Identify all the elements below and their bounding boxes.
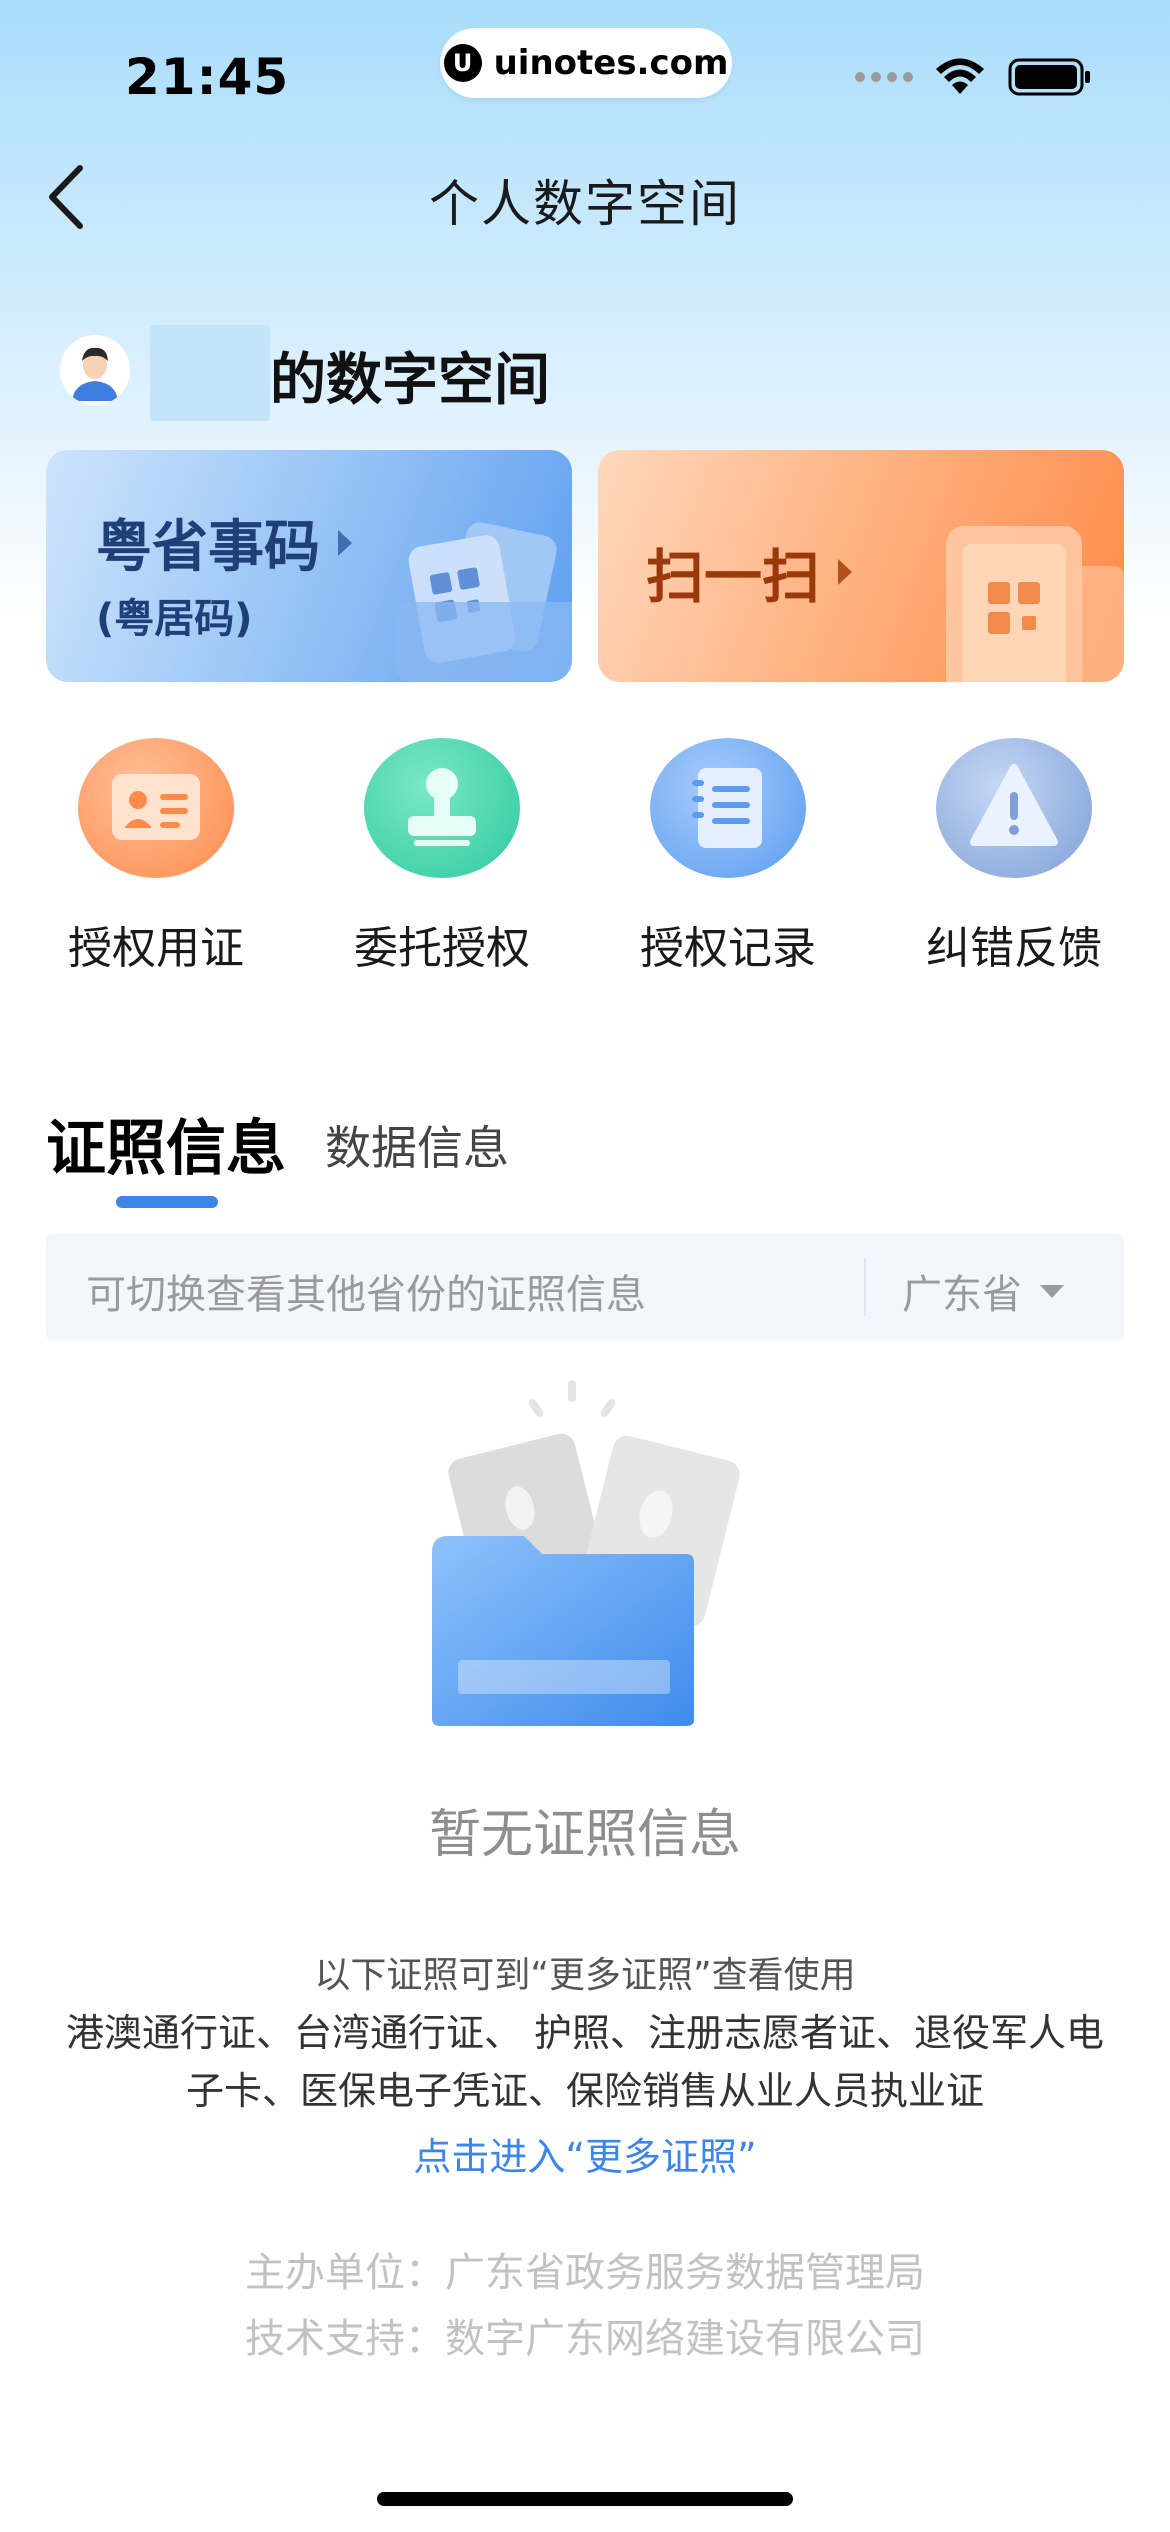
url-text: uinotes.com [493, 43, 729, 83]
action-authorize-use[interactable]: 授权用证 [46, 738, 266, 976]
card-scan-title: 扫一扫 [646, 543, 821, 611]
wifi-icon [936, 58, 984, 94]
action-error-feedback[interactable]: 纠错反馈 [904, 738, 1124, 976]
notebook-icon [650, 738, 806, 878]
action-label: 纠错反馈 [926, 923, 1102, 974]
wallet-qr-icon [396, 522, 572, 682]
tab-data-info[interactable]: 数据信息 [325, 1112, 509, 1178]
page-title: 个人数字空间 [429, 175, 741, 233]
tab-indicator [116, 1196, 218, 1208]
phone-scan-icon [946, 526, 1124, 682]
space-title: 的数字空间 [270, 348, 550, 413]
licenses-list-line: 港澳通行证、台湾通行证、 护照、注册志愿者证、退役军人电 [65, 2011, 1105, 2055]
more-licenses-note: 以下证照可到“更多证照”查看使用 [314, 1955, 856, 1996]
divider [864, 1258, 866, 1316]
province-value: 广东省 [902, 1272, 1022, 1318]
user-name-blurred [150, 325, 270, 421]
empty-folder-icon [432, 1380, 740, 1726]
card-scan[interactable]: 扫一扫 [598, 450, 1124, 682]
tab-license-info[interactable]: 证照信息 [46, 1100, 286, 1187]
action-label: 委托授权 [354, 923, 530, 974]
caret-down-icon [1040, 1284, 1064, 1298]
avatar[interactable] [60, 335, 130, 405]
cellular-signal-icon [855, 72, 913, 82]
card-code-title: 粤省事码 [96, 515, 320, 580]
more-licenses-link[interactable]: 点击进入“更多证照” [0, 2126, 1170, 2181]
card-code-subtitle: (粤居码) [96, 596, 253, 642]
action-delegate[interactable]: 委托授权 [332, 738, 552, 976]
battery-icon [1008, 58, 1090, 96]
id-card-icon [78, 738, 234, 878]
licenses-list: 港澳通行证、台湾通行证、 护照、注册志愿者证、退役军人电 子卡、医保电子凭证、保… [60, 2004, 1110, 2120]
action-authorize-records[interactable]: 授权记录 [618, 738, 838, 976]
triangle-right-icon [338, 529, 352, 556]
url-pill[interactable]: U uinotes.com [440, 28, 732, 98]
status-time: 21:45 [125, 48, 290, 106]
warning-icon [936, 738, 1092, 878]
licenses-list-line: 子卡、医保电子凭证、保险销售从业人员执业证 [185, 2069, 984, 2113]
site-logo-icon: U [443, 44, 482, 82]
empty-state-title: 暂无证照信息 [428, 1805, 741, 1865]
footer-support: 技术支持：数字广东网络建设有限公司 [245, 2316, 925, 2362]
province-hint: 可切换查看其他省份的证照信息 [86, 1272, 646, 1318]
province-select[interactable]: 广东省 [902, 1262, 1064, 1320]
action-label: 授权用证 [68, 923, 244, 974]
footer-sponsor: 主办单位：广东省政务服务数据管理局 [245, 2250, 925, 2296]
card-guangdong-code[interactable]: 粤省事码 (粤居码) [46, 450, 572, 682]
stamp-icon [364, 738, 520, 878]
card-scan-title-row: 扫一扫 [646, 530, 853, 614]
card-code-title-row: 粤省事码 [96, 502, 352, 583]
action-label: 授权记录 [640, 923, 816, 974]
triangle-right-icon [838, 559, 853, 585]
user-avatar-icon [60, 335, 130, 405]
province-switch-bar[interactable]: 可切换查看其他省份的证照信息 广东省 [46, 1234, 1124, 1340]
home-indicator[interactable] [377, 2492, 793, 2506]
